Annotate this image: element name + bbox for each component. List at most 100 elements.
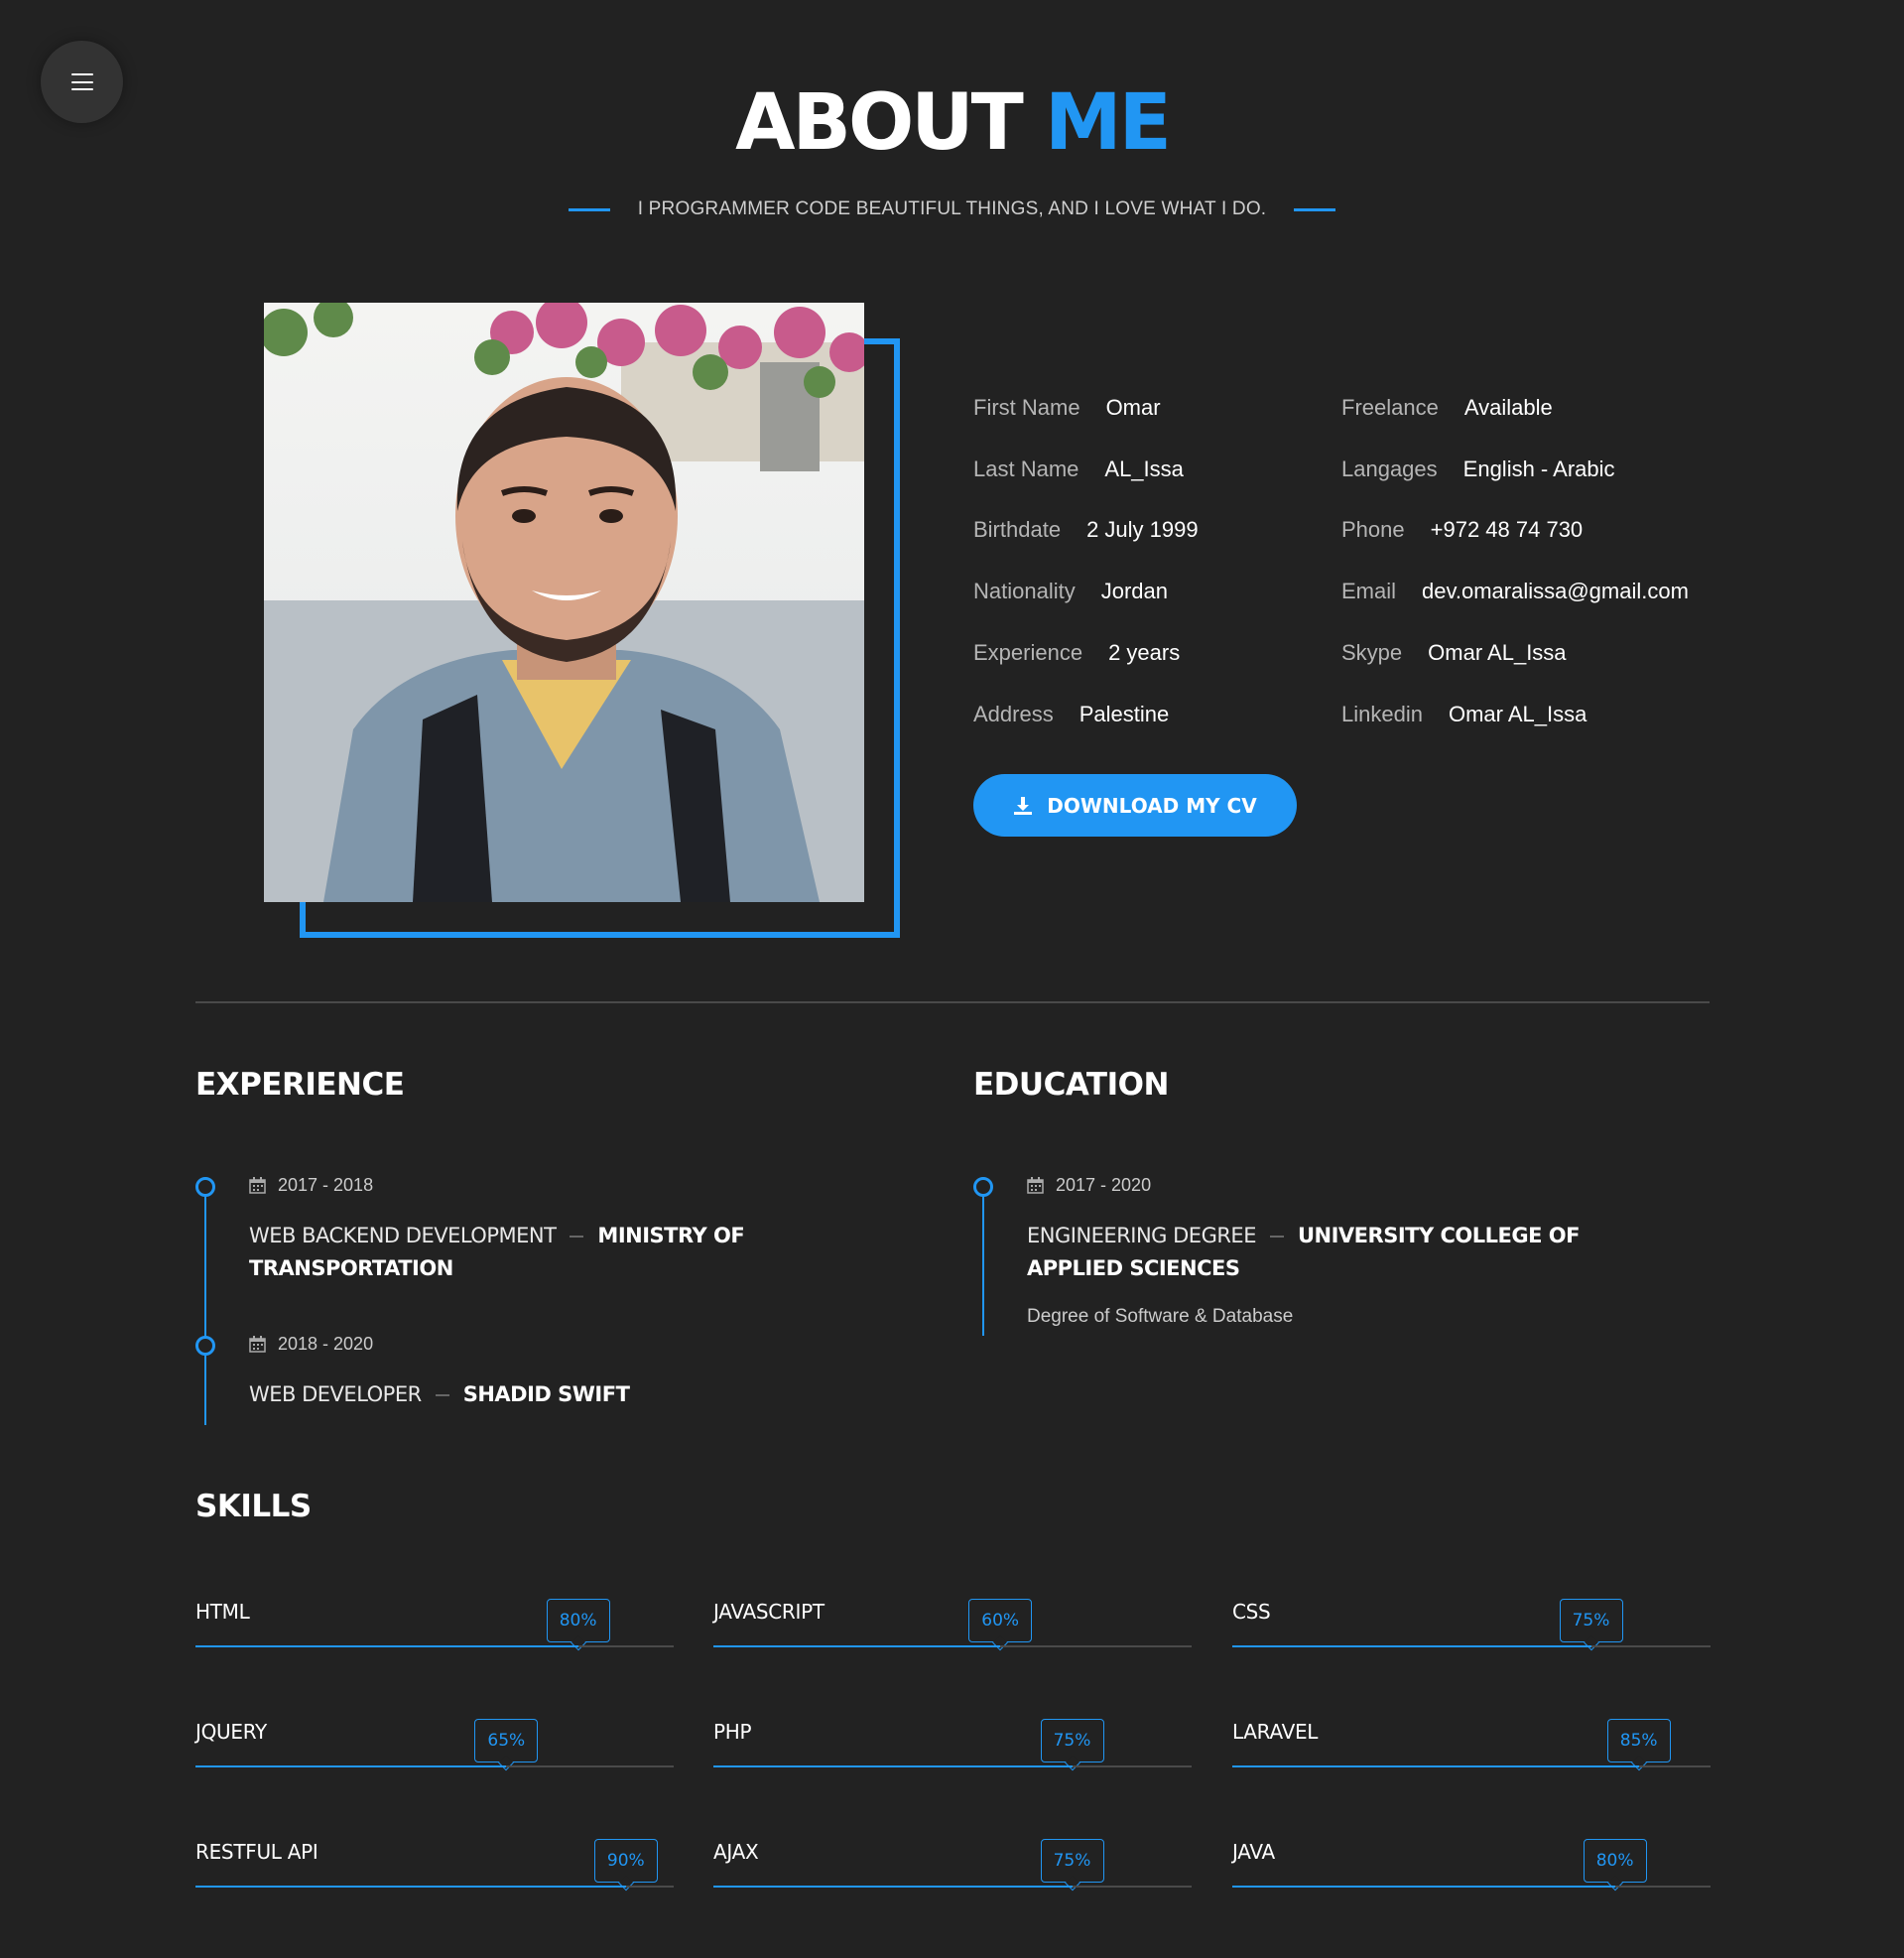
skill-progress-track bbox=[195, 1765, 674, 1767]
info-value: 2 July 1999 bbox=[1086, 517, 1199, 542]
experience-title: EXPERIENCE bbox=[195, 1067, 405, 1103]
skill-progress-track bbox=[195, 1645, 674, 1647]
info-label: Phone bbox=[1341, 517, 1405, 542]
skill-percent-badge: 80% bbox=[546, 1599, 610, 1642]
role-text: WEB DEVELOPER bbox=[249, 1382, 422, 1406]
download-icon bbox=[1013, 796, 1033, 816]
info-languages: Langages English - Arabic bbox=[1341, 457, 1615, 482]
info-label: Experience bbox=[973, 640, 1083, 665]
skill-progress-fill bbox=[1232, 1886, 1615, 1888]
experience-item-date: 2018 - 2020 bbox=[249, 1334, 373, 1355]
skill-progress-fill bbox=[713, 1765, 1073, 1767]
about-page: ABOUT ME I PROGRAMMER CODE BEAUTIFUL THI… bbox=[0, 0, 1904, 1958]
subtitle-divider-right bbox=[1294, 207, 1336, 211]
role-text: ENGINEERING DEGREE bbox=[1027, 1224, 1256, 1247]
skill-progress-track bbox=[713, 1886, 1192, 1888]
skill-percent-badge: 60% bbox=[968, 1599, 1033, 1642]
skill-progress-fill bbox=[195, 1645, 578, 1647]
skill-progress-track bbox=[1232, 1645, 1711, 1647]
skill-name: JAVASCRIPT bbox=[713, 1600, 825, 1624]
skype-link[interactable]: Omar AL_Issa bbox=[1428, 640, 1566, 665]
profile-photo-illustration bbox=[264, 303, 864, 902]
experience-timeline-line bbox=[204, 1187, 206, 1425]
skills-title: SKILLS bbox=[195, 1489, 312, 1524]
download-cv-button[interactable]: DOWNLOAD MY CV bbox=[973, 774, 1297, 837]
info-value: AL_Issa bbox=[1104, 457, 1184, 481]
info-address: Address Palestine bbox=[973, 702, 1169, 727]
skill-item: JQUERY 65% bbox=[195, 1706, 674, 1775]
skill-item: CSS 75% bbox=[1232, 1586, 1711, 1655]
skill-name: CSS bbox=[1232, 1600, 1271, 1624]
dash-separator bbox=[1269, 1236, 1284, 1238]
education-title: EDUCATION bbox=[973, 1067, 1169, 1103]
education-item-description: Degree of Software & Database bbox=[1027, 1306, 1294, 1327]
timeline-dot bbox=[195, 1336, 215, 1356]
info-value: 2 years bbox=[1108, 640, 1181, 665]
info-value: English - Arabic bbox=[1462, 457, 1615, 481]
skill-item: JAVA 80% bbox=[1232, 1826, 1711, 1895]
skill-percent-badge: 65% bbox=[474, 1719, 539, 1762]
experience-item-heading: WEB BACKEND DEVELOPMENT MINISTRY OF TRANS… bbox=[249, 1220, 944, 1285]
experience-item-heading: WEB DEVELOPER SHADID SWIFT bbox=[249, 1378, 944, 1411]
skill-progress-track bbox=[1232, 1765, 1711, 1767]
date-text: 2017 - 2018 bbox=[278, 1175, 374, 1195]
skill-percent-badge: 90% bbox=[593, 1839, 658, 1883]
section-divider bbox=[195, 1001, 1710, 1003]
education-item-heading: ENGINEERING DEGREE UNIVERSITY COLLEGE OF … bbox=[1027, 1220, 1662, 1285]
calendar-icon bbox=[249, 1336, 266, 1353]
info-email: Email dev.omaralissa@gmail.com bbox=[1341, 579, 1689, 604]
skill-name: AJAX bbox=[713, 1840, 759, 1864]
linkedin-link[interactable]: Omar AL_Issa bbox=[1449, 702, 1587, 726]
info-value: Palestine bbox=[1079, 702, 1170, 726]
skill-progress-fill bbox=[195, 1886, 626, 1888]
skill-progress-track bbox=[713, 1765, 1192, 1767]
skill-progress-fill bbox=[195, 1765, 507, 1767]
calendar-icon bbox=[249, 1177, 266, 1194]
org-text: SHADID SWIFT bbox=[462, 1382, 630, 1406]
skill-item: PHP 75% bbox=[713, 1706, 1192, 1775]
skill-name: JQUERY bbox=[195, 1720, 267, 1744]
skill-name: HTML bbox=[195, 1600, 250, 1624]
info-label: Email bbox=[1341, 579, 1397, 603]
info-last-name: Last Name AL_Issa bbox=[973, 457, 1184, 482]
profile-photo bbox=[264, 303, 864, 902]
skill-item: LARAVEL 85% bbox=[1232, 1706, 1711, 1775]
info-value: Omar bbox=[1105, 395, 1161, 420]
calendar-icon bbox=[1027, 1177, 1044, 1194]
dash-separator bbox=[435, 1394, 449, 1396]
skill-progress-track bbox=[713, 1645, 1192, 1647]
info-value: Jordan bbox=[1100, 579, 1168, 603]
email-link[interactable]: dev.omaralissa@gmail.com bbox=[1422, 579, 1689, 603]
skill-item: JAVASCRIPT 60% bbox=[713, 1586, 1192, 1655]
skill-progress-fill bbox=[1232, 1645, 1591, 1647]
info-value: Available bbox=[1463, 395, 1553, 420]
info-label: Linkedin bbox=[1341, 702, 1423, 726]
info-value: +972 48 74 730 bbox=[1430, 517, 1584, 542]
skill-item: HTML 80% bbox=[195, 1586, 674, 1655]
page-title: ABOUT ME bbox=[0, 84, 1904, 162]
skill-progress-fill bbox=[713, 1886, 1073, 1888]
skill-progress-fill bbox=[1232, 1765, 1639, 1767]
education-timeline-line bbox=[982, 1187, 984, 1336]
role-text: WEB BACKEND DEVELOPMENT bbox=[249, 1224, 557, 1247]
timeline-dot bbox=[973, 1177, 993, 1197]
title-accent: ME bbox=[1044, 78, 1172, 168]
subtitle-row: I PROGRAMMER CODE BEAUTIFUL THINGS, AND … bbox=[0, 198, 1904, 220]
skill-percent-badge: 75% bbox=[1040, 1839, 1104, 1883]
skill-progress-fill bbox=[713, 1645, 1001, 1647]
timeline-dot bbox=[195, 1177, 215, 1197]
experience-item-date: 2017 - 2018 bbox=[249, 1175, 373, 1196]
info-freelance: Freelance Available bbox=[1341, 395, 1553, 421]
skill-item: RESTFUL API 90% bbox=[195, 1826, 674, 1895]
date-text: 2017 - 2020 bbox=[1056, 1175, 1152, 1195]
skill-percent-badge: 85% bbox=[1606, 1719, 1671, 1762]
skill-percent-badge: 80% bbox=[1583, 1839, 1647, 1883]
skill-name: RESTFUL API bbox=[195, 1840, 318, 1864]
info-label: Address bbox=[973, 702, 1054, 726]
info-label: Nationality bbox=[973, 579, 1076, 603]
info-linkedin: Linkedin Omar AL_Issa bbox=[1341, 702, 1587, 727]
dash-separator bbox=[570, 1236, 584, 1238]
download-cv-label: DOWNLOAD MY CV bbox=[1047, 793, 1257, 818]
info-experience: Experience 2 years bbox=[973, 640, 1180, 666]
info-birthdate: Birthdate 2 July 1999 bbox=[973, 517, 1199, 543]
